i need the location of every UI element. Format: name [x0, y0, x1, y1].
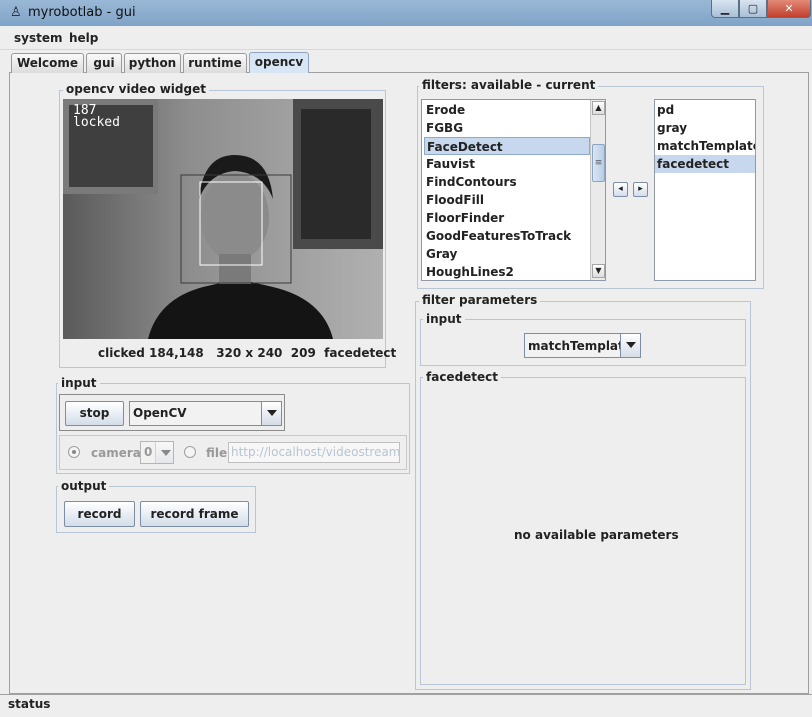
file-label: file	[206, 446, 228, 460]
arrow-right-icon: ▸	[638, 184, 643, 194]
list-item[interactable]: gray	[655, 119, 753, 137]
stop-button[interactable]: stop	[65, 401, 124, 426]
remove-filter-button[interactable]: ◂	[613, 182, 628, 197]
file-url-input[interactable]: http://localhost/videostream.cgi	[228, 442, 400, 463]
tab-opencv[interactable]: opencv	[249, 52, 309, 73]
source-select[interactable]: OpenCV	[129, 401, 282, 426]
close-icon: ✕	[784, 2, 794, 15]
chevron-down-icon	[261, 402, 281, 425]
camera-radio[interactable]	[68, 446, 80, 458]
available-filters-list[interactable]: Erode FGBG FaceDetect Fauvist FindContou…	[421, 99, 606, 281]
camera-index-select[interactable]: 0	[140, 441, 174, 464]
current-filters-list[interactable]: pd gray matchTemplate facedetect	[654, 99, 756, 281]
params-input-value: matchTemplate	[528, 339, 632, 353]
chevron-down-icon	[620, 334, 640, 357]
record-frame-button[interactable]: record frame	[140, 501, 249, 527]
radio-selected-icon	[72, 450, 76, 454]
video-frame[interactable]: 187 locked	[63, 99, 383, 339]
menu-help[interactable]: help	[69, 31, 98, 45]
tab-welcome[interactable]: Welcome	[11, 53, 84, 73]
source-select-value: OpenCV	[133, 406, 187, 420]
list-item[interactable]: FindContours	[424, 173, 590, 191]
minimize-icon: ▁	[720, 2, 730, 15]
list-item[interactable]: HoughLines2	[424, 263, 590, 280]
list-item[interactable]: Erode	[424, 101, 590, 119]
add-filter-button[interactable]: ▸	[633, 182, 648, 197]
video-image	[63, 99, 383, 339]
menu-system[interactable]: system	[14, 31, 63, 45]
tab-python[interactable]: python	[124, 53, 181, 73]
status-text: status	[8, 697, 51, 711]
list-item[interactable]: Fauvist	[424, 155, 590, 173]
facedetect-title: facedetect	[423, 370, 502, 384]
video-widget-title: opencv video widget	[63, 82, 209, 96]
record-button[interactable]: record	[64, 501, 135, 527]
chevron-down-icon	[155, 442, 173, 463]
scroll-up-icon[interactable]: ▲	[592, 101, 605, 115]
camera-index-value: 0	[144, 445, 153, 459]
video-status-label: clicked 184,148 320 x 240 209 facedetect	[98, 346, 397, 360]
list-item[interactable]: Gray	[424, 245, 590, 263]
list-item[interactable]: FloorFinder	[424, 209, 590, 227]
filter-parameters-title: filter parameters	[419, 293, 541, 307]
overlay-state: locked	[73, 115, 120, 130]
tab-gui[interactable]: gui	[86, 53, 122, 73]
params-input-title: input	[423, 312, 465, 326]
params-input-select[interactable]: matchTemplate	[524, 333, 641, 358]
arrow-left-icon: ◂	[618, 184, 623, 194]
filters-title: filters: available - current	[419, 78, 599, 92]
output-title: output	[58, 479, 110, 493]
app-icon: ♙	[10, 5, 22, 20]
file-radio[interactable]	[184, 446, 196, 458]
menu-bar	[0, 26, 812, 50]
window-title: myrobotlab - gui	[28, 5, 136, 20]
available-list-scrollbar[interactable]: ▲ ≡ ▼	[590, 100, 605, 280]
tab-runtime[interactable]: runtime	[183, 53, 247, 73]
list-item[interactable]: FGBG	[424, 119, 590, 137]
list-item-selected[interactable]: FaceDetect	[424, 137, 590, 155]
close-button[interactable]: ✕	[767, 0, 811, 18]
camera-label: camera	[91, 446, 141, 460]
status-bar	[0, 694, 812, 717]
scroll-down-icon[interactable]: ▼	[592, 264, 605, 278]
list-item[interactable]: matchTemplate	[655, 137, 755, 155]
list-item-selected[interactable]: facedetect	[655, 155, 755, 173]
scroll-thumb[interactable]: ≡	[592, 144, 605, 182]
maximize-button[interactable]: ▢	[739, 0, 767, 18]
list-item[interactable]: GoodFeaturesToTrack	[424, 227, 590, 245]
minimize-button[interactable]: ▁	[711, 0, 739, 18]
maximize-icon: ▢	[747, 2, 759, 15]
no-parameters-message: no available parameters	[514, 528, 679, 542]
input-title: input	[58, 376, 100, 390]
list-item[interactable]: FloodFill	[424, 191, 590, 209]
list-item[interactable]: pd	[655, 101, 753, 119]
